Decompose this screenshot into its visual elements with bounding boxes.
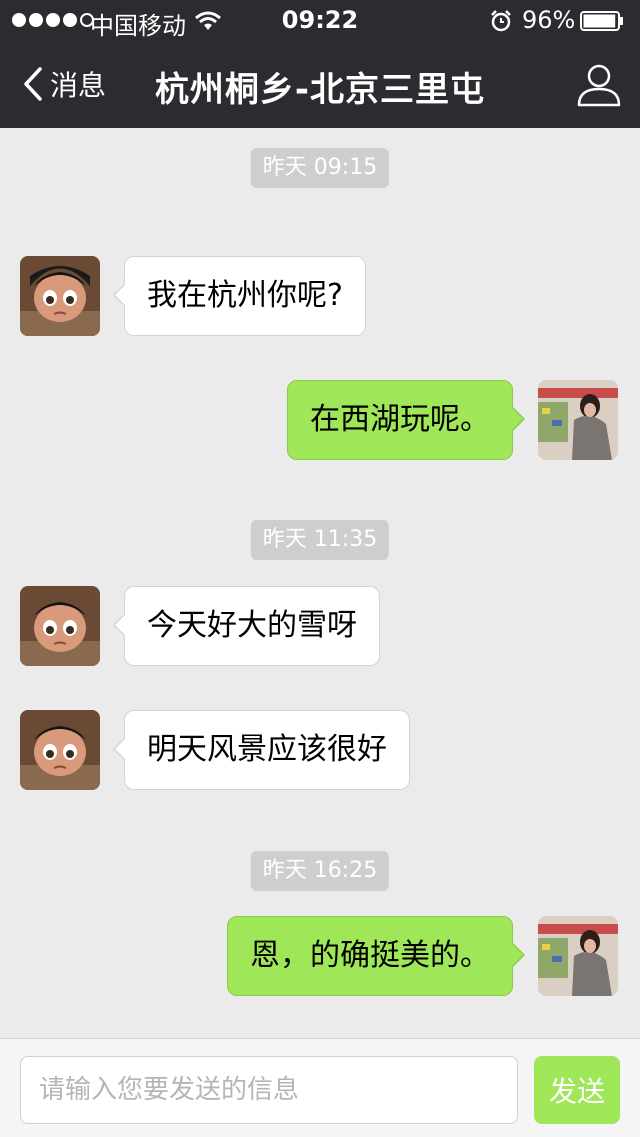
avatar[interactable] [538, 916, 618, 996]
message-bubble-incoming[interactable]: 明天风景应该很好 [113, 710, 410, 790]
avatar[interactable] [20, 256, 100, 336]
person-icon[interactable] [576, 62, 622, 108]
send-button[interactable]: 发送 [534, 1056, 620, 1124]
avatar[interactable] [20, 710, 100, 790]
timestamp-pill: 昨天 11:35 [250, 520, 390, 560]
nav-bar: 消息 杭州桐乡-北京三里屯 [0, 40, 640, 128]
input-bar: 发送 [0, 1038, 640, 1137]
avatar[interactable] [538, 380, 618, 460]
message-bubble-incoming[interactable]: 今天好大的雪呀 [113, 586, 380, 666]
message-bubble-outgoing[interactable]: 恩，的确挺美的。 [227, 916, 525, 996]
timestamp-pill: 昨天 09:15 [250, 148, 390, 188]
timestamp-pill: 昨天 16:25 [250, 851, 390, 891]
alarm-icon [491, 10, 511, 32]
battery-percent: 96% [522, 6, 576, 34]
top-bar: 中国移动 09:22 96% 消息 杭州桐乡-北京三里屯 [0, 0, 640, 128]
status-bar: 中国移动 09:22 96% [0, 0, 640, 40]
message-bubble-incoming[interactable]: 我在杭州你呢? [113, 256, 366, 336]
message-bubble-outgoing[interactable]: 在西湖玩呢。 [287, 380, 525, 460]
page-title: 杭州桐乡-北京三里屯 [154, 70, 486, 110]
message-input[interactable] [20, 1056, 518, 1124]
avatar[interactable] [20, 586, 100, 666]
battery-icon [580, 11, 623, 31]
